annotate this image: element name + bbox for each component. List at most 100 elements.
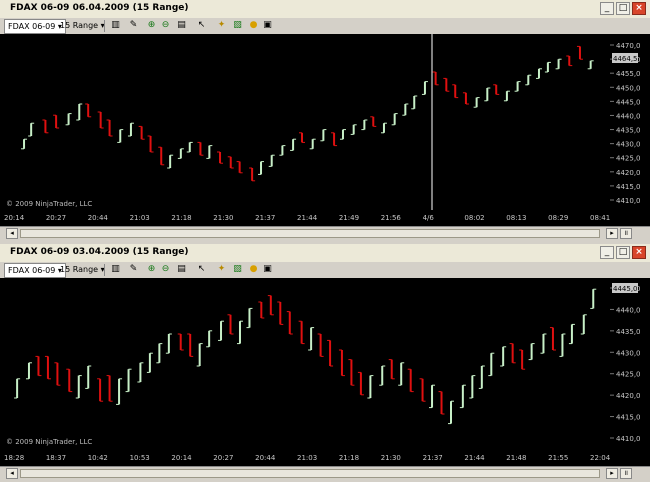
top-price-tick-label: 4455,0 (616, 70, 641, 78)
top-scroll-track[interactable] (20, 229, 600, 238)
bottom-time-tick-label: 21:37 (423, 454, 443, 462)
cursor-icon[interactable]: ↖ (196, 264, 207, 275)
bottom-instrument-select[interactable]: FDAX 06-09 ▾ (4, 263, 66, 278)
bottom-time-tick-label: 20:27 (213, 454, 233, 462)
top-time-tick-label: 20:14 (4, 214, 25, 222)
top-time-tick-label: 21:44 (297, 214, 318, 222)
top-time-tick-label: 21:37 (255, 214, 275, 222)
top-bar-type-select[interactable]: 15 Range ▾ (60, 19, 105, 32)
top-time-tick-label: 21:56 (381, 214, 402, 222)
top-chart-window: FDAX 06-09 06.04.2009 (15 Range) _ □ × F… (0, 0, 650, 242)
bottom-price-tick-label: 4420,0 (616, 392, 641, 400)
bottom-chart-svg: 4445,0 4440,0 4435,0 4430,0 4425,0 4420,0 4415… (4, 278, 650, 466)
zoom-in-icon[interactable]: ⊕ (146, 264, 157, 275)
top-price-tick-label: 4425,0 (616, 155, 641, 163)
bottom-time-tick-label: 21:55 (548, 454, 568, 462)
top-time-tick-label: 08:29 (548, 214, 568, 222)
top-time-tick-label: 21:03 (130, 214, 150, 222)
strategy-icon[interactable]: ✦ (216, 20, 227, 31)
bottom-time-tick-label: 20:44 (255, 454, 276, 462)
bottom-time-tick-label: 18:37 (46, 454, 66, 462)
bottom-time-tick-label: 10:53 (130, 454, 150, 462)
bottom-price-tick-label: 4415,0 (616, 414, 641, 422)
bottom-price-tick-label: 4410,0 (616, 435, 641, 443)
top-price-tick-label: 4470,0 (616, 42, 641, 50)
bottom-time-tick-label: 21:48 (506, 454, 526, 462)
zoom-in-icon[interactable]: ⊕ (146, 20, 157, 31)
scroll-left-icon[interactable]: ◂ (6, 468, 18, 479)
bottom-last-price-label: 4445,0 (613, 285, 638, 293)
top-title-bar: FDAX 06-09 06.04.2009 (15 Range) _ □ × (0, 0, 650, 19)
top-price-tick-label: 4445,0 (616, 98, 641, 106)
bottom-time-tick-label: 21:18 (339, 454, 359, 462)
minimize-icon[interactable]: _ (600, 2, 614, 15)
top-time-tick-label: 20:27 (46, 214, 66, 222)
top-time-tick-label: 08:41 (590, 214, 610, 222)
data-box-icon[interactable]: ▣ (262, 264, 273, 275)
bottom-copyright: © 2009 NinjaTrader, LLC (6, 438, 93, 446)
bottom-bar-type-select[interactable]: 15 Range ▾ (60, 263, 105, 276)
maximize-icon[interactable]: □ (616, 246, 630, 259)
top-scroll-bar: ◂ ▸ ॥ (0, 226, 650, 241)
close-icon[interactable]: × (632, 2, 646, 15)
toolbar-separator (104, 264, 105, 276)
top-price-chart[interactable]: 4470,04460,04455,04450,04445,04440,04435… (0, 34, 650, 226)
alert-icon[interactable]: ● (248, 264, 259, 275)
strategy-icon[interactable]: ✦ (216, 264, 227, 275)
zoom-out-icon[interactable]: ⊖ (160, 264, 171, 275)
bottom-price-chart[interactable]: 4445,0 4440,0 4435,0 4430,0 4425,0 4420,0 4415… (0, 278, 650, 466)
top-time-tick-label: 4/6 (423, 214, 435, 222)
properties-icon[interactable]: ▤ (176, 264, 187, 275)
data-box-icon[interactable]: ▣ (262, 20, 273, 31)
chart-trader-icon[interactable]: ▧ (232, 20, 243, 31)
top-copyright: © 2009 NinjaTrader, LLC (6, 200, 93, 208)
bottom-scroll-bar: ◂ ▸ ॥ (0, 466, 650, 481)
bottom-window-title: FDAX 06-09 03.04.2009 (15 Range) (10, 247, 189, 257)
bottom-time-tick-label: 20:14 (171, 454, 192, 462)
chart-trader-icon[interactable]: ▧ (232, 264, 243, 275)
top-time-tick-label: 21:18 (171, 214, 191, 222)
top-time-tick-label: 08:13 (506, 214, 526, 222)
pause-icon[interactable]: ॥ (620, 468, 632, 479)
top-price-tick-label: 4415,0 (616, 183, 641, 191)
toolbar-separator (104, 20, 105, 32)
bottom-time-tick-label: 21:30 (381, 454, 401, 462)
properties-icon[interactable]: ▤ (176, 20, 187, 31)
top-time-tick-label: 08:02 (464, 214, 484, 222)
bars-icon[interactable]: ▥ (110, 20, 121, 31)
scroll-right-icon[interactable]: ▸ (606, 228, 618, 239)
bars-icon[interactable]: ▥ (110, 264, 121, 275)
bottom-scroll-track[interactable] (20, 469, 600, 478)
bottom-price-tick-label: 4435,0 (616, 328, 641, 336)
maximize-icon[interactable]: □ (616, 2, 630, 15)
scroll-right-icon[interactable]: ▸ (606, 468, 618, 479)
zoom-out-icon[interactable]: ⊖ (160, 20, 171, 31)
scroll-left-icon[interactable]: ◂ (6, 228, 18, 239)
pause-icon[interactable]: ॥ (620, 228, 632, 239)
top-time-tick-label: 20:44 (88, 214, 109, 222)
bottom-time-tick-label: 10:42 (88, 454, 108, 462)
cursor-icon[interactable]: ↖ (196, 20, 207, 31)
top-window-title: FDAX 06-09 06.04.2009 (15 Range) (10, 3, 189, 13)
top-price-tick-label: 4420,0 (616, 169, 641, 177)
bottom-time-tick-label: 21:03 (297, 454, 317, 462)
top-last-price-label: 4464,5 (613, 55, 638, 63)
alert-icon[interactable]: ● (248, 20, 259, 31)
bottom-title-bar: FDAX 06-09 03.04.2009 (15 Range) _ □ × (0, 244, 650, 263)
top-price-tick-label: 4450,0 (616, 84, 641, 92)
top-price-tick-label: 4440,0 (616, 112, 641, 120)
top-toolbar: FDAX 06-09 ▾ 15 Range ▾ ▥ ✎ ⊕ ⊖ ▤ ↖ ✦ ▧ … (0, 18, 650, 35)
top-time-tick-label: 21:30 (213, 214, 233, 222)
minimize-icon[interactable]: _ (600, 246, 614, 259)
bottom-time-tick-label: 22:04 (590, 454, 611, 462)
top-price-tick-label: 4435,0 (616, 127, 641, 135)
pencil-icon[interactable]: ✎ (128, 264, 139, 275)
top-time-tick-label: 21:49 (339, 214, 359, 222)
bottom-time-tick-label: 21:44 (464, 454, 485, 462)
bottom-chart-window: FDAX 06-09 03.04.2009 (15 Range) _ □ × F… (0, 244, 650, 482)
bottom-toolbar: FDAX 06-09 ▾ 15 Range ▾ ▥ ✎ ⊕ ⊖ ▤ ↖ ✦ ▧ … (0, 262, 650, 279)
pencil-icon[interactable]: ✎ (128, 20, 139, 31)
close-icon[interactable]: × (632, 246, 646, 259)
top-instrument-select[interactable]: FDAX 06-09 ▾ (4, 19, 66, 34)
bottom-price-tick-label: 4440,0 (616, 306, 641, 314)
